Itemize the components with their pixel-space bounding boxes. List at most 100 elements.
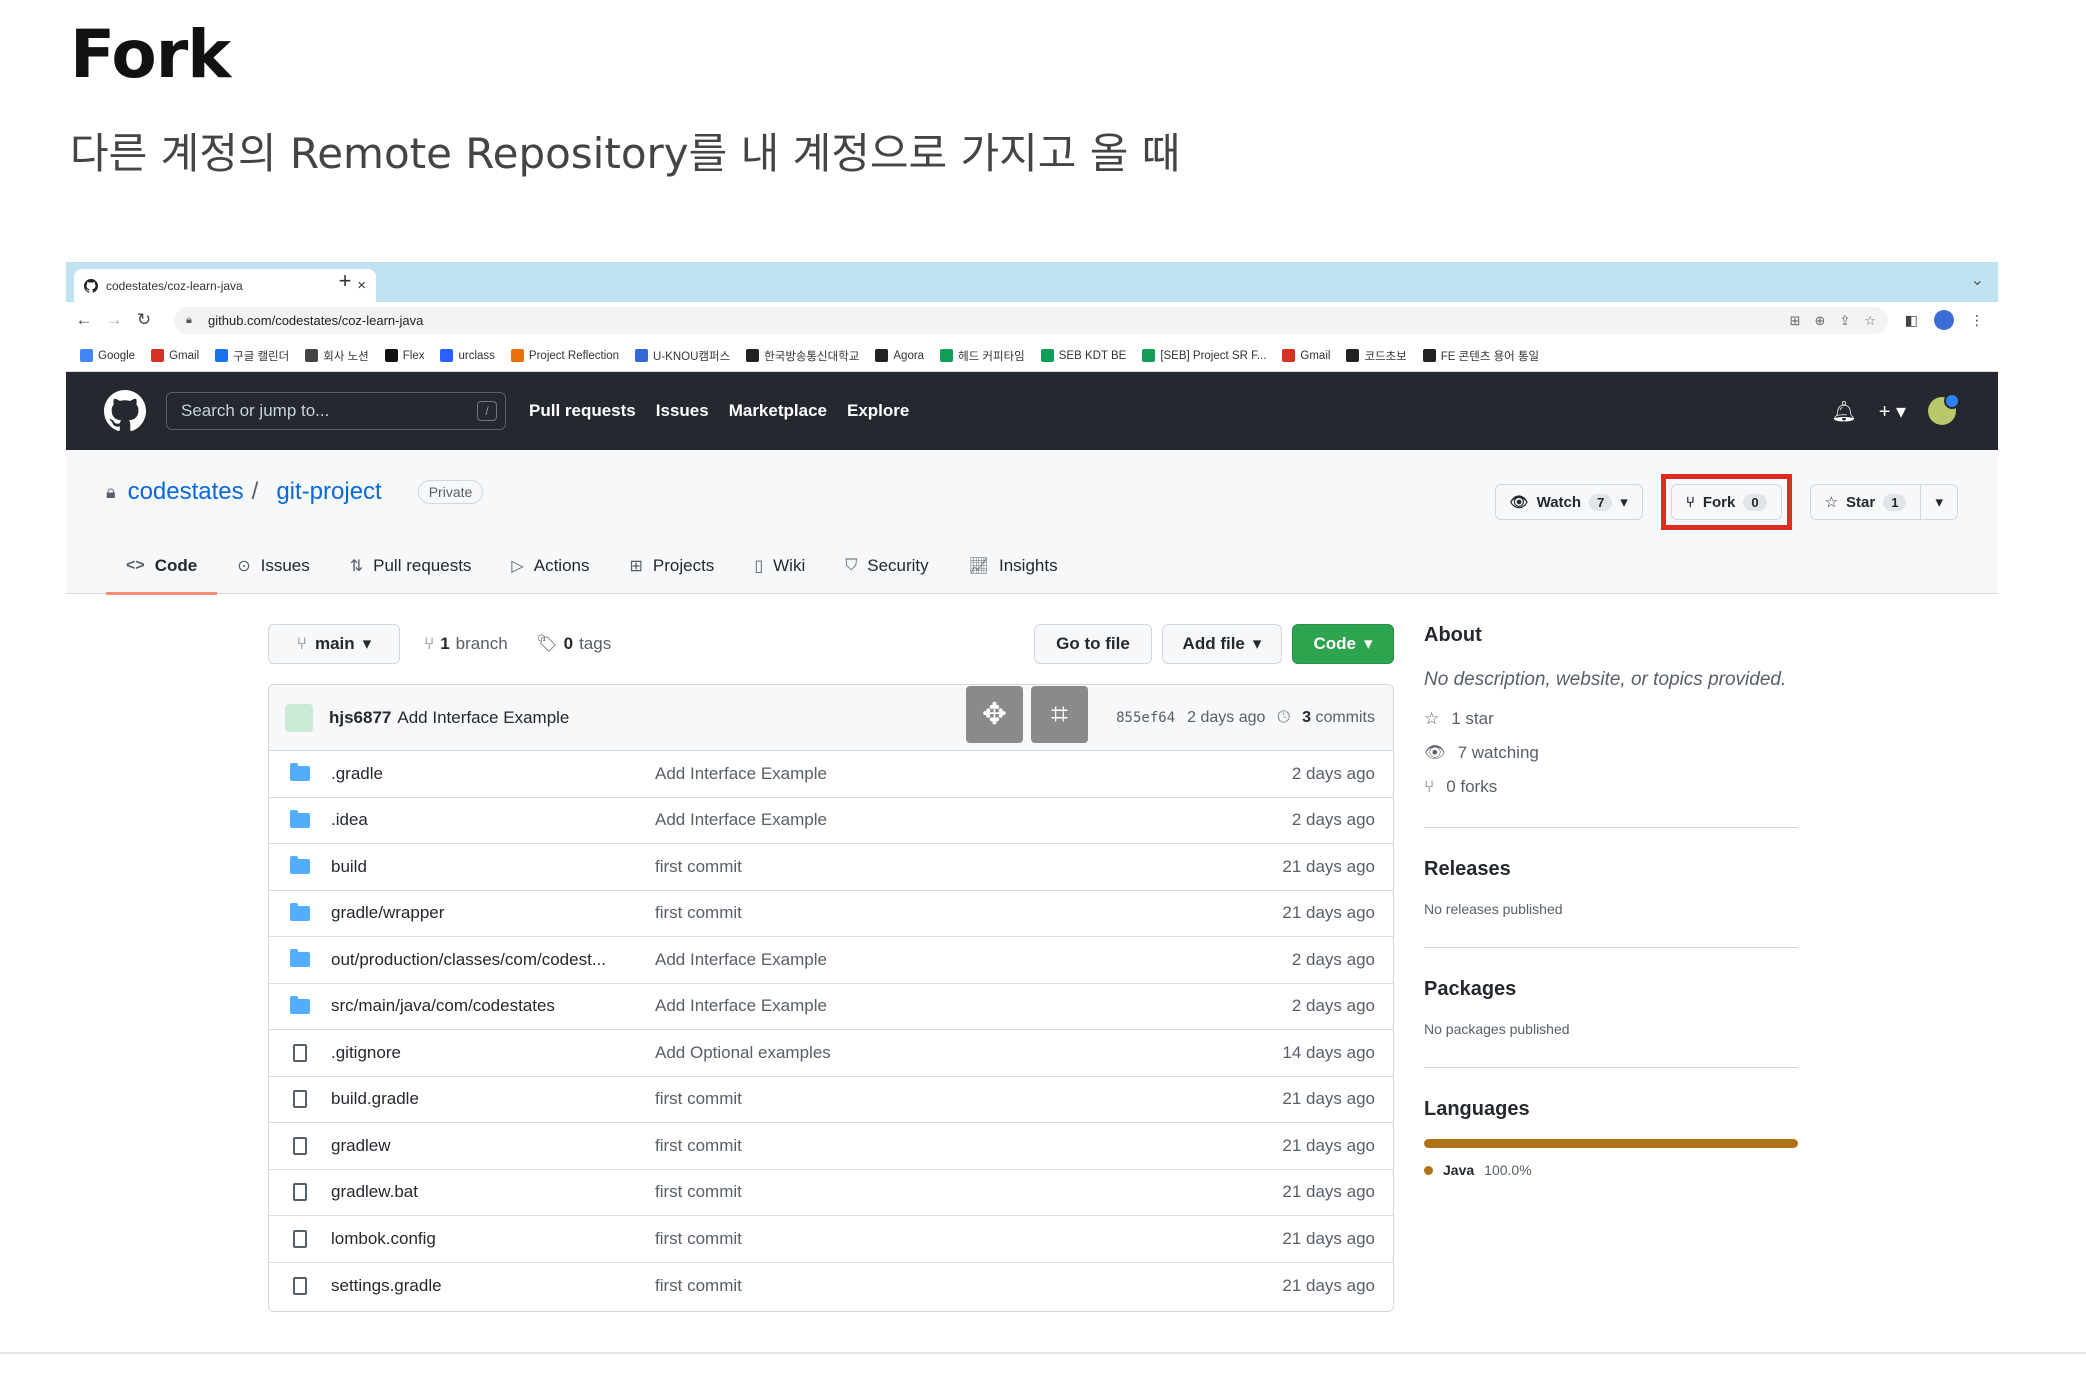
language-item-java[interactable]: Java 100.0% <box>1424 1162 1798 1178</box>
tab-pull-requests[interactable]: ⇅ Pull requests <box>330 538 492 594</box>
nav-marketplace[interactable]: Marketplace <box>729 401 827 421</box>
file-row[interactable]: settings.gradle first commit 21 days ago <box>269 1263 1393 1310</box>
commit-author-avatar[interactable] <box>285 703 313 732</box>
file-commit-message[interactable]: first commit <box>655 1089 1223 1109</box>
file-row[interactable]: out/production/classes/com/codest... Add … <box>269 937 1393 984</box>
file-name-link[interactable]: src/main/java/com/codestates <box>331 996 655 1016</box>
branches-link[interactable]: ⑂ 1 branch <box>424 624 508 664</box>
tab-list-chevron-icon[interactable]: ⌄ <box>1971 270 1984 290</box>
bookmark-item[interactable]: SEB KDT BE <box>1040 349 1126 362</box>
new-tab-icon[interactable]: + <box>330 265 360 297</box>
bookmark-item[interactable]: [SEB] Project SR F... <box>1142 349 1266 362</box>
reload-icon[interactable]: ↻ <box>132 308 156 332</box>
file-commit-message[interactable]: Add Interface Example <box>655 810 1223 830</box>
bookmark-item[interactable]: Gmail <box>1282 349 1330 362</box>
file-row[interactable]: gradlew.bat first commit 21 days ago <box>269 1170 1393 1216</box>
file-commit-message[interactable]: first commit <box>655 857 1223 877</box>
bookmark-item[interactable]: 회사 노션 <box>305 348 369 364</box>
file-commit-message[interactable]: Add Optional examples <box>655 1043 1223 1063</box>
bookmark-item[interactable]: Flex <box>384 349 424 362</box>
file-row[interactable]: .gitignore Add Optional examples 14 days a… <box>269 1030 1393 1077</box>
menu-kebab-icon[interactable]: ⋮ <box>1970 312 1984 329</box>
nav-explore[interactable]: Explore <box>847 401 909 421</box>
move-icon[interactable]: ✥ <box>966 686 1023 743</box>
user-avatar[interactable] <box>1928 393 1960 425</box>
zoom-icon[interactable]: ⊕ <box>1815 307 1826 334</box>
file-name-link[interactable]: .gitignore <box>331 1043 655 1063</box>
branch-select-button[interactable]: ⑂ main ▾ <box>268 624 400 664</box>
tab-issues[interactable]: ⊙ Issues <box>217 538 330 594</box>
file-name-link[interactable]: gradlew.bat <box>331 1182 655 1202</box>
sidebar-toggle-icon[interactable]: ◧ <box>1905 312 1918 329</box>
bookmark-item[interactable]: Project Reflection <box>510 349 619 362</box>
stars-link[interactable]: ☆ 1 star <box>1424 709 1798 729</box>
bookmark-star-icon[interactable]: ☆ <box>1864 307 1876 334</box>
forward-icon[interactable]: → <box>102 308 126 332</box>
tab-wiki[interactable]: ▯ Wiki <box>734 538 825 594</box>
file-name-link[interactable]: gradlew <box>331 1136 655 1156</box>
commit-message[interactable]: Add Interface Example <box>397 708 569 728</box>
forks-link[interactable]: ⑂ 0 forks <box>1424 777 1798 797</box>
bookmark-item[interactable]: 코드초보 <box>1346 348 1407 364</box>
watchers-link[interactable]: 👁︎ 7 watching <box>1424 743 1798 763</box>
file-row[interactable]: lombok.config first commit 21 days ago <box>269 1216 1393 1263</box>
nav-issues[interactable]: Issues <box>656 401 709 421</box>
code-download-button[interactable]: Code ▾ <box>1292 624 1394 664</box>
go-to-file-button[interactable]: Go to file <box>1034 624 1152 664</box>
commits-link[interactable]: 3 commits <box>1302 709 1375 727</box>
github-logo-icon[interactable] <box>104 390 146 432</box>
file-name-link[interactable]: build <box>331 857 655 877</box>
file-name-link[interactable]: settings.gradle <box>331 1276 655 1296</box>
packages-heading[interactable]: Packages <box>1424 978 1798 1001</box>
commit-sha[interactable]: 855ef64 <box>1116 710 1175 726</box>
file-name-link[interactable]: out/production/classes/com/codest... <box>331 950 655 970</box>
file-commit-message[interactable]: Add Interface Example <box>655 764 1223 784</box>
repo-owner-link[interactable]: codestates <box>128 478 244 506</box>
file-row[interactable]: gradlew first commit 21 days ago <box>269 1123 1393 1170</box>
releases-heading[interactable]: Releases <box>1424 858 1798 881</box>
bell-icon[interactable]: 🔔︎ <box>1831 399 1856 424</box>
repo-name-link[interactable]: git-project <box>276 478 381 506</box>
back-icon[interactable]: ← <box>72 308 96 332</box>
share-icon[interactable]: ⇪ <box>1839 307 1850 334</box>
commit-author[interactable]: hjs6877 <box>329 708 391 728</box>
bookmark-item[interactable]: U-KNOU캠퍼스 <box>635 348 730 364</box>
file-row[interactable]: build first commit 21 days ago <box>269 844 1393 891</box>
bookmark-item[interactable]: 헤드 커피타임 <box>940 348 1025 364</box>
bookmark-item[interactable]: FE 콘텐츠 용어 통일 <box>1422 348 1539 364</box>
star-button[interactable]: ☆ Star 1 <box>1811 485 1921 519</box>
nav-pull-requests[interactable]: Pull requests <box>529 401 636 421</box>
tab-code[interactable]: <> Code <box>106 538 218 595</box>
tags-link[interactable]: 🏷︎ 0 tags <box>536 624 611 664</box>
file-commit-message[interactable]: first commit <box>655 1182 1223 1202</box>
crop-icon[interactable]: ⌗ <box>1031 686 1088 743</box>
tab-projects[interactable]: ⊞ Projects <box>609 538 734 594</box>
file-commit-message[interactable]: Add Interface Example <box>655 950 1223 970</box>
file-row[interactable]: .idea Add Interface Example 2 days ago <box>269 798 1393 844</box>
watch-button[interactable]: 👁︎ Watch 7 ▾ <box>1496 485 1642 519</box>
file-commit-message[interactable]: Add Interface Example <box>655 996 1223 1016</box>
file-name-link[interactable]: gradle/wrapper <box>331 903 655 923</box>
fork-button[interactable]: ⑂ Fork 0 <box>1670 484 1782 520</box>
bookmark-item[interactable]: 한국방송통신대학교 <box>746 348 859 364</box>
bookmark-item[interactable]: urclass <box>440 349 495 362</box>
file-commit-message[interactable]: first commit <box>655 1136 1223 1156</box>
add-file-button[interactable]: Add file ▾ <box>1162 624 1282 664</box>
tab-actions[interactable]: ▷ Actions <box>491 538 609 594</box>
file-name-link[interactable]: lombok.config <box>331 1229 655 1249</box>
url-field[interactable]: 🔒︎ github.com/codestates/coz-learn-java … <box>174 307 1888 334</box>
file-commit-message[interactable]: first commit <box>655 1229 1223 1249</box>
tab-insights[interactable]: 📈︎ Insights <box>949 538 1078 594</box>
file-name-link[interactable]: .gradle <box>331 764 655 784</box>
file-name-link[interactable]: build.gradle <box>331 1089 655 1109</box>
file-row[interactable]: build.gradle first commit 21 days ago <box>269 1077 1393 1123</box>
profile-avatar[interactable] <box>1934 310 1954 330</box>
file-commit-message[interactable]: first commit <box>655 1276 1223 1296</box>
translate-icon[interactable]: ⊞ <box>1790 307 1801 334</box>
bookmark-item[interactable]: Gmail <box>151 349 199 362</box>
file-commit-message[interactable]: first commit <box>655 903 1223 923</box>
star-list-dropdown[interactable]: ▾ <box>1920 485 1957 519</box>
file-row[interactable]: gradle/wrapper first commit 21 days ago <box>269 891 1393 937</box>
bookmark-item[interactable]: Google <box>80 349 135 362</box>
tab-security[interactable]: ⛉ Security <box>825 538 948 594</box>
